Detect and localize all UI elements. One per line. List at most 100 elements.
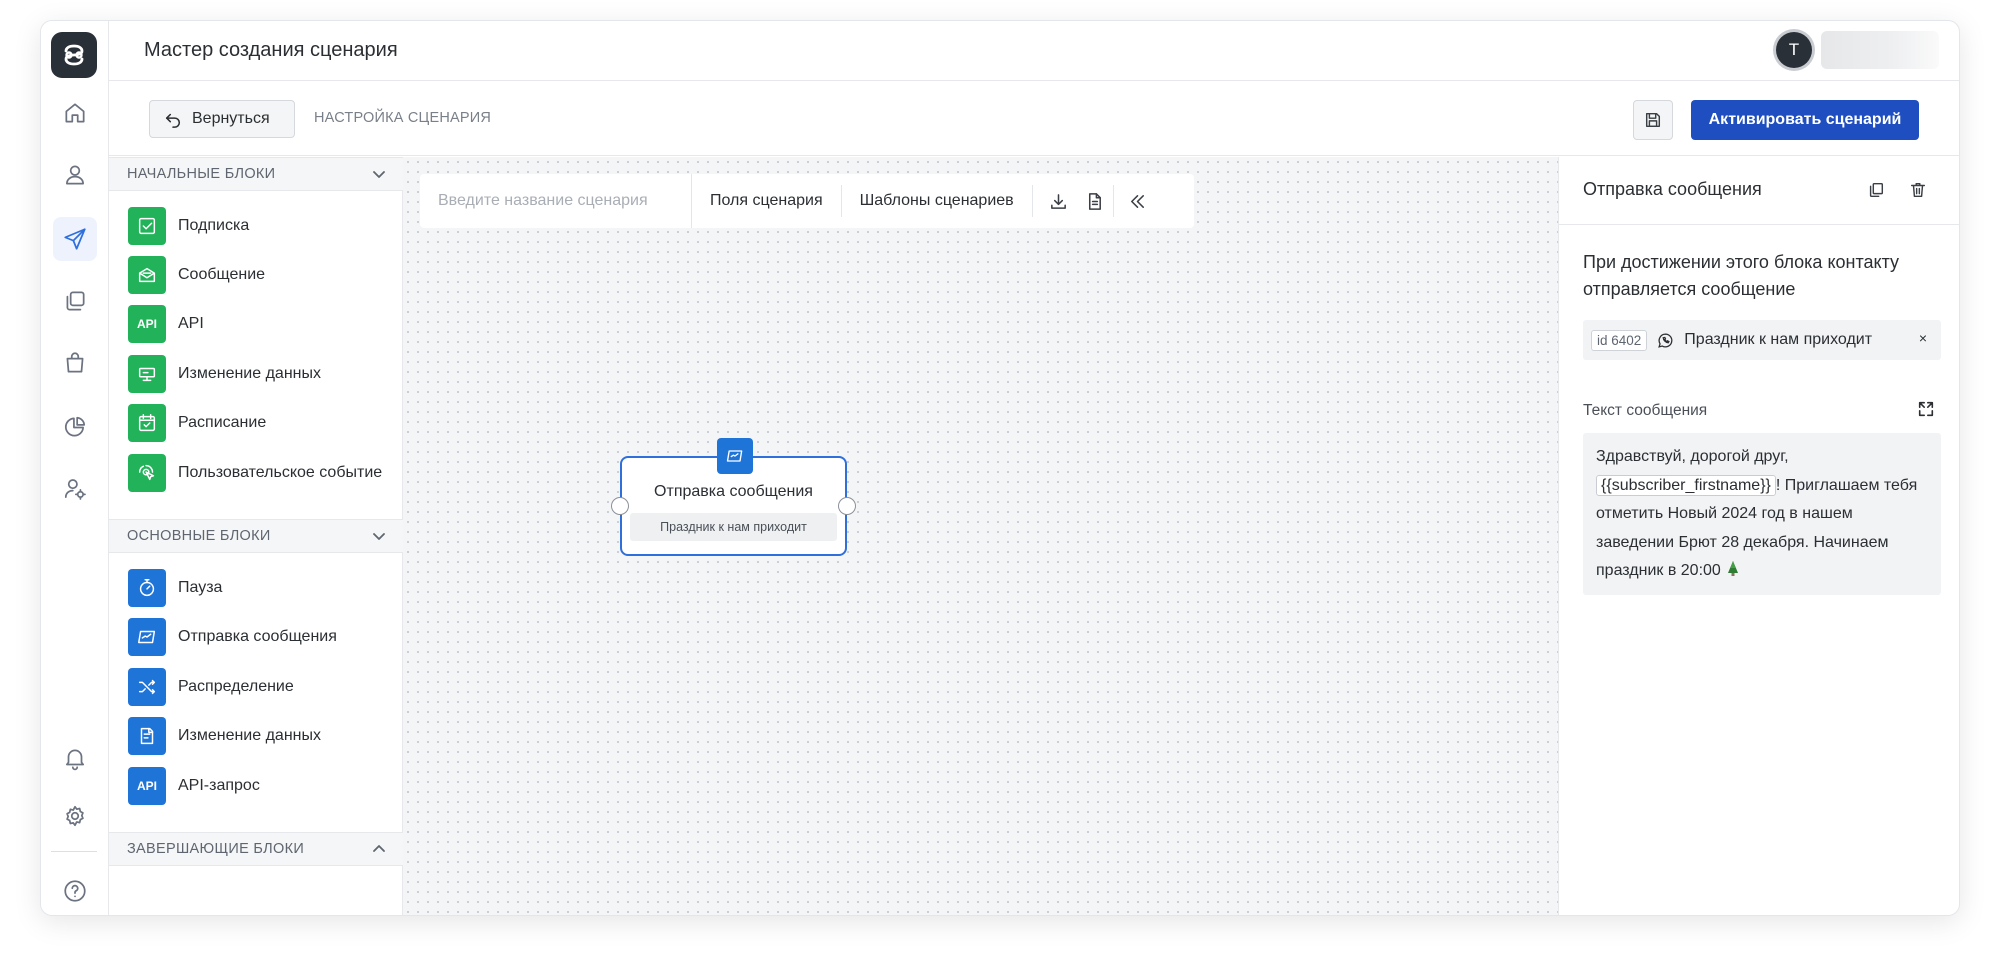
delete-block-button[interactable] [1905, 177, 1931, 203]
block-api[interactable]: API API [128, 305, 204, 343]
block-send-message[interactable]: Отправка сообщения [128, 618, 337, 656]
block-data-change-main[interactable]: Изменение данных [128, 717, 321, 755]
scenario-templates-button[interactable]: Шаблоны сценариев [842, 185, 1032, 217]
copy-icon [1869, 182, 1884, 198]
api-icon-text: API [136, 317, 157, 331]
save-icon [1645, 112, 1661, 128]
toolbar-divider [1031, 185, 1033, 217]
bell-icon [66, 749, 84, 771]
main-blocks-header[interactable]: ОСНОВНЫЕ БЛОКИ [109, 519, 403, 553]
block-label: Расписание [178, 414, 267, 431]
block-data-change[interactable]: Изменение данных [128, 355, 321, 393]
block-custom-event[interactable]: Пользовательское событие [128, 454, 382, 492]
toolbar-divider [1112, 185, 1114, 217]
page-title: Мастер создания сценария [144, 39, 398, 61]
block-subscription[interactable]: Подписка [128, 207, 249, 245]
gear-icon [66, 805, 84, 827]
download-button[interactable] [1041, 181, 1077, 221]
chart-icon [64, 416, 86, 437]
expand-button[interactable] [1917, 400, 1937, 420]
block-settings-panel: Отправка сообщения При достижении этого … [1558, 157, 1959, 915]
nav-templates[interactable] [53, 279, 97, 323]
scenario-node-send-message[interactable]: Отправка сообщения Праздник к нам приход… [611, 438, 856, 556]
rail-divider [51, 851, 97, 852]
block-label: Сообщение [178, 266, 266, 283]
start-blocks-header[interactable]: НАЧАЛЬНЫЕ БЛОКИ [109, 157, 403, 191]
christmas-bell-icon [1728, 561, 1739, 576]
help-icon [64, 880, 86, 902]
blocks-panel: НАЧАЛЬНЫЕ БЛОКИ Подписка Сообщение API A… [109, 157, 403, 915]
save-button[interactable] [1633, 100, 1673, 140]
chevron-down-icon [373, 533, 385, 540]
message-text-label: Текст сообщения [1583, 402, 1708, 419]
download-icon [1051, 193, 1067, 209]
panel-title: Отправка сообщения [1583, 179, 1762, 199]
home-icon [65, 103, 85, 123]
expand-icon [1918, 401, 1934, 417]
node-output-port[interactable] [838, 497, 856, 515]
shuffle-icon [128, 668, 166, 706]
data-edit-icon [128, 717, 166, 755]
message-id-tag: id 6402 [1591, 329, 1648, 351]
document-button[interactable] [1077, 181, 1113, 221]
calendar-icon [128, 404, 166, 442]
activate-scenario-button[interactable]: Активировать сценарий [1691, 100, 1919, 140]
selected-message-chip[interactable]: id 6402 Праздник к нам приходит × [1583, 320, 1941, 360]
nav-shop[interactable] [53, 341, 97, 385]
top-bar: Мастер создания сценария T [109, 21, 1959, 81]
document-icon [1089, 192, 1102, 210]
checkbox-icon [128, 207, 166, 245]
avatar[interactable]: T [1776, 32, 1812, 68]
api-icon: API [128, 305, 166, 343]
whatsapp-icon [1657, 332, 1684, 349]
duplicate-block-button[interactable] [1863, 177, 1889, 203]
undo-arrow-icon [165, 113, 181, 128]
nav-user-settings[interactable] [53, 467, 97, 511]
user-icon [66, 165, 84, 185]
block-message[interactable]: Сообщение [128, 256, 265, 294]
block-label: Распределение [178, 678, 294, 695]
block-api-request[interactable]: API API-запрос [128, 767, 260, 805]
back-button[interactable]: Вернуться [149, 100, 295, 138]
block-label: Пользовательское событие [178, 464, 383, 481]
nav-settings[interactable] [53, 794, 97, 838]
nav-contacts[interactable] [53, 153, 97, 197]
user-name-redacted[interactable] [1821, 31, 1939, 69]
subscriber-variable-tag: {{subscriber_firstname}} [1596, 474, 1776, 496]
block-label: API [178, 315, 204, 332]
block-label: Изменение данных [178, 365, 321, 382]
block-pause[interactable]: Пауза [128, 569, 222, 607]
nav-help[interactable] [53, 869, 97, 913]
canvas-toolbar: Введите название сценария Поля сценария … [420, 174, 1194, 228]
send-message-icon [717, 438, 753, 474]
panel-header: Отправка сообщения [1559, 157, 1959, 225]
data-edit-icon [128, 355, 166, 393]
logo[interactable] [51, 32, 97, 78]
chevrons-left-icon [1131, 194, 1145, 208]
block-label: Пауза [178, 579, 223, 596]
message-text-box[interactable]: Здравствуй, дорогой друг, {{subscriber_f… [1583, 433, 1941, 595]
block-label: Изменение данных [178, 727, 321, 744]
end-blocks-header[interactable]: ЗАВЕРШАЮЩИЕ БЛОКИ [109, 832, 403, 866]
block-distribution[interactable]: Распределение [128, 668, 294, 706]
node-input-port[interactable] [611, 497, 629, 515]
main-blocks-title: ОСНОВНЫЕ БЛОКИ [127, 528, 271, 544]
scenario-fields-button[interactable]: Поля сценария [692, 185, 841, 217]
collapse-button[interactable] [1120, 181, 1156, 221]
block-schedule[interactable]: Расписание [128, 404, 266, 442]
scenario-canvas[interactable]: Введите название сценария Поля сценария … [403, 157, 1558, 915]
copy-icon [66, 291, 85, 311]
remove-message-button[interactable]: × [1919, 330, 1927, 346]
stopwatch-icon [128, 569, 166, 607]
end-blocks-title: ЗАВЕРШАЮЩИЕ БЛОКИ [127, 841, 305, 857]
scenario-name-input[interactable]: Введите название сценария [420, 174, 692, 228]
nav-campaigns[interactable] [53, 217, 97, 261]
nav-analytics[interactable] [53, 405, 97, 449]
nav-notifications[interactable] [53, 736, 97, 780]
breadcrumb: НАСТРОЙКА СЦЕНАРИЯ [314, 110, 492, 126]
node-subtitle: Праздник к нам приходит [630, 513, 837, 541]
nav-rail [41, 21, 109, 915]
chevron-down-icon [373, 171, 385, 178]
api-icon-text: API [136, 779, 157, 793]
nav-home[interactable] [53, 91, 97, 135]
